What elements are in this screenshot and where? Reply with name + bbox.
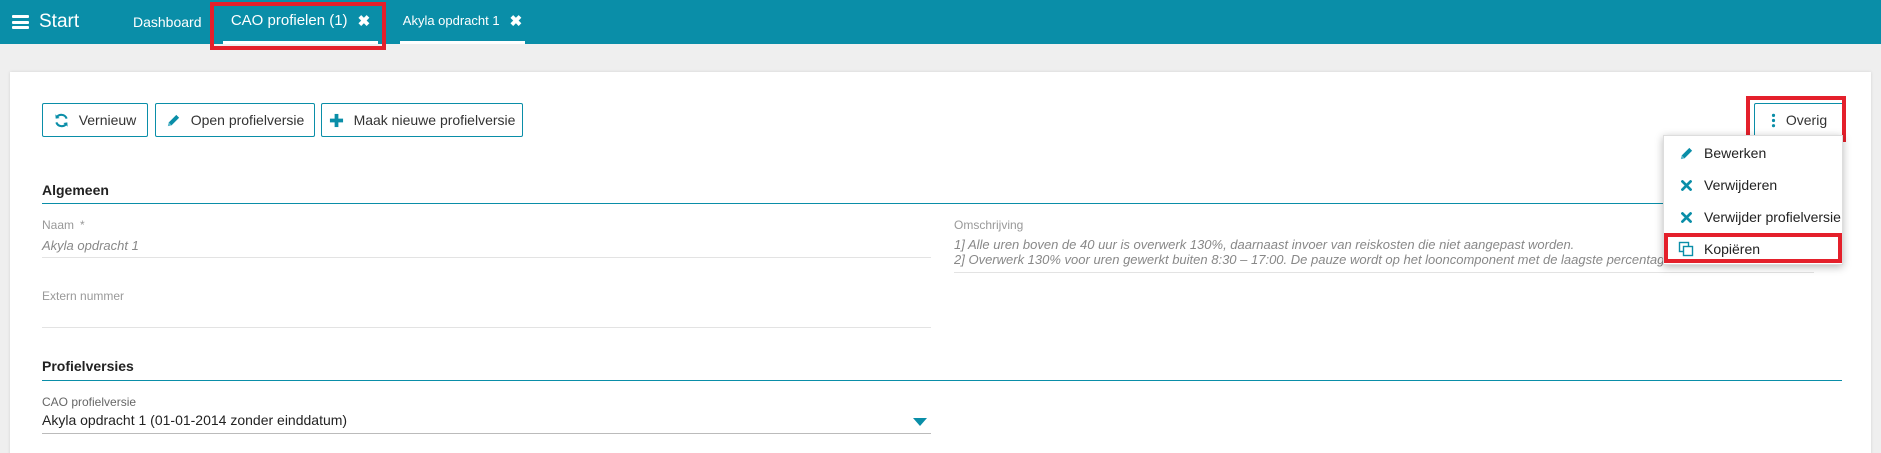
menu-item-delete[interactable]: Verwijderen [1664,169,1844,201]
external-number-underline [42,327,931,328]
more-vertical-icon [1771,113,1775,127]
copy-icon [1678,241,1694,257]
tab-label: Dashboard [133,14,202,30]
section-title-profile-versions: Profielversies [42,358,134,374]
profile-version-select[interactable]: Akyla opdracht 1 (01-01-2014 zonder eind… [42,412,347,428]
refresh-button-label: Vernieuw [78,112,137,128]
menu-item-copy[interactable]: Kopiëren [1664,233,1844,265]
menu-item-label: Kopiëren [1704,241,1761,257]
caret-down-icon[interactable] [913,418,927,426]
menu-item-label: Verwijderen [1704,177,1778,193]
menu-item-label: Verwijder profielversie [1704,209,1841,225]
name-field[interactable]: Akyla opdracht 1 [42,238,139,253]
menu-item-edit[interactable]: Bewerken [1664,137,1844,169]
close-icon [1678,177,1694,193]
select-underline [42,433,931,434]
close-icon [1678,209,1694,225]
plus-icon [329,113,343,127]
close-icon[interactable]: ✖ [510,12,523,30]
section-divider [42,203,1842,204]
close-icon[interactable]: ✖ [358,12,371,30]
description-label: Omschrijving [954,218,1024,232]
top-bar: Start Dashboard CAO profielen (1) ✖ Akyl… [0,0,1881,44]
tab-akyla-opdracht[interactable]: Akyla opdracht 1 ✖ [400,0,525,44]
external-number-field[interactable] [42,309,931,325]
start-menu-label: Start [39,11,80,32]
tab-label: CAO profielen (1) [230,12,348,29]
pencil-icon [1678,145,1694,161]
hamburger-icon [12,15,29,29]
tab-dashboard[interactable]: Dashboard [133,0,202,44]
external-number-label: Extern nummer [42,289,125,303]
refresh-icon [55,113,68,127]
profile-version-select-label: CAO profielversie [42,395,137,409]
more-button[interactable]: Overig [1754,103,1844,137]
refresh-button[interactable]: Vernieuw [42,103,148,137]
open-version-button-label: Open profielversie [190,112,305,128]
start-menu-button[interactable]: Start [12,10,79,34]
tab-label: Akyla opdracht 1 [402,13,500,28]
new-version-button[interactable]: Maak nieuwe profielversie [321,103,523,137]
menu-item-label: Bewerken [1704,145,1767,161]
section-divider [42,380,1842,381]
description-underline [954,272,1814,273]
new-version-button-label: Maak nieuwe profielversie [353,112,516,128]
section-title-general: Algemeen [42,182,109,198]
pencil-icon [167,114,179,126]
more-button-label: Overig [1785,112,1828,128]
open-version-button[interactable]: Open profielversie [155,103,315,137]
menu-item-delete-version[interactable]: Verwijder profielversie [1664,201,1844,233]
more-dropdown-menu: Bewerken Verwijderen Verwijder profielve… [1663,135,1843,265]
name-field-label: Naam * [42,218,85,232]
required-marker: * [80,218,85,232]
tab-cao-profielen[interactable]: CAO profielen (1) ✖ [223,0,378,44]
name-field-underline [42,257,931,258]
